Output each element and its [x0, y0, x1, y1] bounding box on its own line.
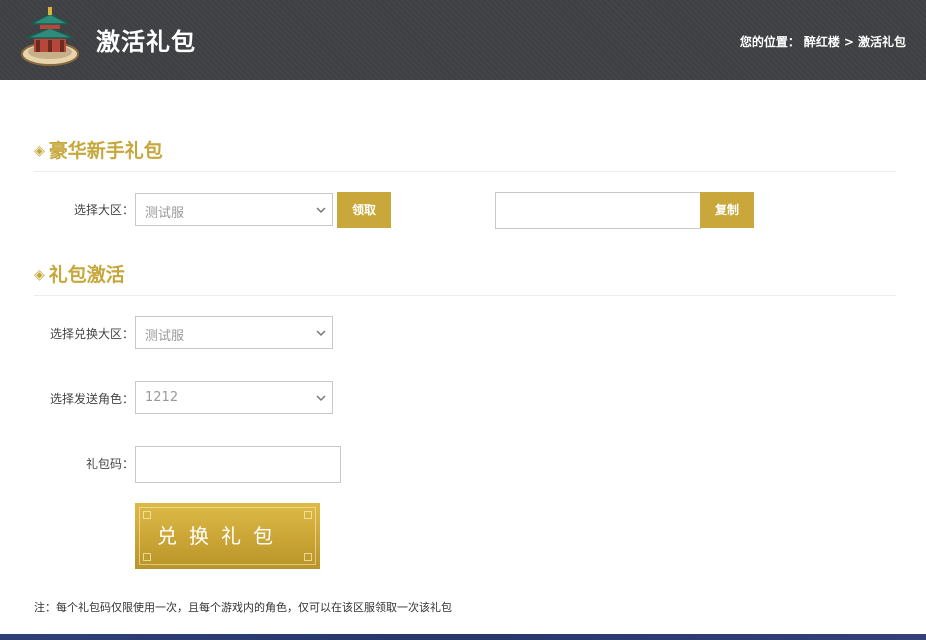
usage-note: 注：每个礼包码仅限使用一次，且每个游戏内的角色，仅可以在该区服领取一次该礼包: [34, 601, 452, 614]
copy-button[interactable]: 复制: [700, 192, 754, 228]
exchange-server-label: 选择兑换大区：: [50, 327, 135, 341]
breadcrumb-current: 激活礼包: [857, 35, 906, 49]
select-value: 测试服: [145, 329, 185, 344]
breadcrumb: 您的位置： 醉红楼 > 激活礼包: [740, 33, 910, 50]
page-header: 激活礼包 您的位置： 醉红楼 > 激活礼包: [0, 0, 926, 80]
chevron-down-icon: [316, 395, 326, 402]
breadcrumb-home-link[interactable]: 醉红楼: [804, 35, 840, 49]
gift-code-label: 礼包码：: [86, 457, 135, 471]
gift-code-input[interactable]: [135, 446, 341, 483]
breadcrumb-separator: >: [843, 35, 854, 49]
breadcrumb-prefix: 您的位置：: [739, 35, 800, 49]
chevron-down-icon: [316, 207, 326, 214]
role-label: 选择发送角色：: [50, 392, 135, 406]
role-select[interactable]: 1212: [135, 381, 333, 414]
exchange-server-select[interactable]: 测试服: [135, 316, 333, 349]
newbie-pack-title: 豪华新手礼包: [48, 140, 163, 162]
activation-heading: ◈ 礼包激活: [34, 260, 125, 287]
redeem-button-label: 兑换礼包: [157, 524, 285, 548]
activation-title: 礼包激活: [48, 264, 125, 286]
select-value: 测试服: [145, 206, 185, 221]
pavilion-logo-icon: [21, 7, 79, 66]
claim-button[interactable]: 领取: [337, 192, 391, 228]
section-divider: [34, 295, 896, 296]
newbie-pack-heading: ◈ 豪华新手礼包: [34, 136, 163, 163]
redeem-button[interactable]: 兑换礼包: [135, 503, 320, 569]
newbie-server-select[interactable]: 测试服: [135, 193, 333, 226]
server-label: 选择大区：: [74, 203, 135, 217]
diamond-bullet-icon: ◈: [34, 143, 45, 159]
select-value: 1212: [145, 390, 179, 405]
page-title: 激活礼包: [96, 28, 196, 56]
diamond-bullet-icon: ◈: [34, 267, 45, 283]
gift-code-output-field[interactable]: [495, 192, 701, 229]
chevron-down-icon: [316, 330, 326, 337]
section-divider: [34, 171, 896, 172]
bottom-bar: [0, 634, 926, 640]
